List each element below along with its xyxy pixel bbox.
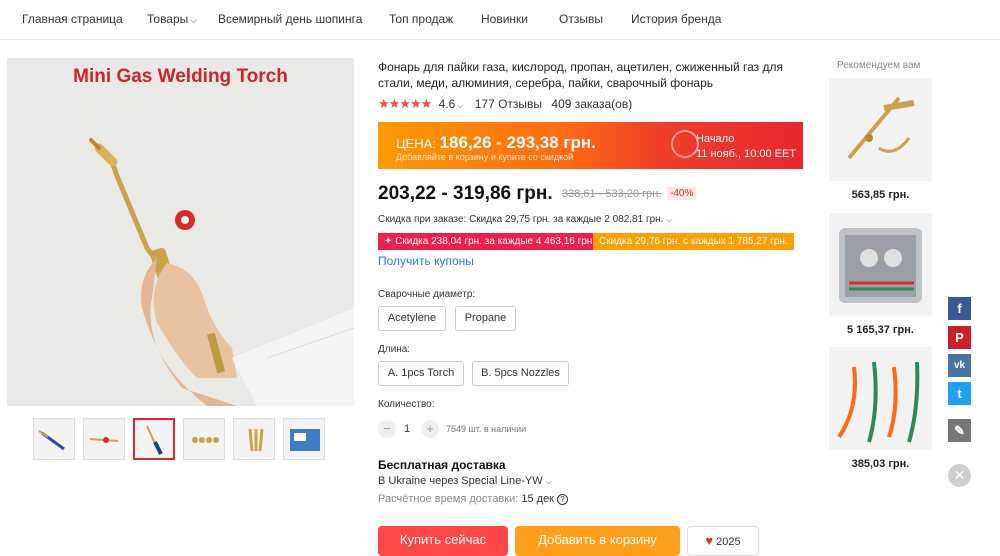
order-discount[interactable]: Скидка при заказе: Скидка 29,75 грн. за … bbox=[378, 214, 673, 225]
current-price: 203,22 - 319,86 грн. bbox=[378, 183, 553, 204]
recommend-title: Рекомендуем вам bbox=[837, 60, 921, 71]
recommend-item-image-1[interactable] bbox=[829, 78, 932, 181]
orders-count: 409 заказа(ов) bbox=[551, 97, 633, 111]
nav-brand-story[interactable]: История бренда bbox=[631, 12, 721, 26]
banner-price-value: 186,26 - 293,38 грн. bbox=[439, 133, 596, 152]
product-title: Фонарь для пайки газа, кислород, пропан,… bbox=[378, 60, 784, 90]
sale-start-label: Начало bbox=[696, 133, 735, 145]
quantity-value[interactable]: 1 bbox=[404, 423, 410, 435]
quantity-decrease-button[interactable]: − bbox=[378, 420, 396, 438]
chevron-down-icon: ⌵ bbox=[545, 477, 552, 486]
rating-value[interactable]: 4.6 bbox=[439, 97, 456, 111]
torch-in-hand-photo bbox=[89, 138, 354, 406]
star-rating-icon: ★★★★★ bbox=[378, 96, 432, 111]
option-5pcs-nozzles[interactable]: B. 5pcs Nozzles bbox=[472, 361, 569, 386]
thumbnail-4[interactable] bbox=[183, 418, 225, 460]
nav-home[interactable]: Главная страница bbox=[22, 12, 123, 26]
facebook-icon[interactable]: f bbox=[948, 297, 971, 320]
delivery-estimate: Расчётное время доставки: 15 дек? bbox=[378, 493, 568, 505]
pinterest-icon[interactable]: P bbox=[948, 326, 971, 349]
banner-price-label: ЦЕНА: bbox=[396, 136, 440, 151]
recommend-item-image-2[interactable] bbox=[829, 213, 932, 316]
sale-price-banner: ЦЕНА: 186,26 - 293,38 грн. Добавляйте в … bbox=[378, 122, 803, 169]
length-label: Длина: bbox=[378, 344, 411, 355]
nav-products-label: Товары bbox=[147, 12, 189, 26]
shipping-destination-text: В Ukraine через Special Line-YW bbox=[378, 475, 543, 487]
option-acetylene[interactable]: Acetylene bbox=[378, 306, 446, 331]
option-1pcs-torch[interactable]: A. 1pcs Torch bbox=[378, 361, 464, 386]
stock-count: 7549 шт. в наличии bbox=[446, 424, 527, 434]
chevron-down-icon: ⌵ bbox=[666, 215, 673, 224]
nav-new-arrivals[interactable]: Новинки bbox=[481, 12, 528, 26]
shipping-title: Бесплатная доставка bbox=[378, 458, 506, 472]
clock-icon bbox=[671, 130, 699, 158]
recommend-price-2: 5 165,37 грн. bbox=[847, 324, 914, 336]
recommend-price-1: 563,85 грн. bbox=[851, 189, 910, 201]
chevron-down-icon: ⌵ bbox=[457, 101, 464, 110]
thumbnail-5[interactable] bbox=[233, 418, 275, 460]
close-icon[interactable]: ✕ bbox=[948, 464, 971, 487]
main-product-image[interactable]: Mini Gas Welding Torch bbox=[7, 58, 354, 406]
coupon-store-discount[interactable]: ✦ Скидка 238,04 грн. за каждые 4 463,16 … bbox=[378, 233, 602, 250]
edit-icon[interactable]: ✎ bbox=[948, 419, 971, 442]
reviews-count[interactable]: 177 Отзывы bbox=[475, 97, 542, 111]
banner-price: ЦЕНА: 186,26 - 293,38 грн. bbox=[396, 133, 596, 153]
thumbnail-3[interactable] bbox=[133, 418, 175, 460]
nav-products[interactable]: Товары ⌵ bbox=[147, 12, 197, 26]
twitter-icon[interactable]: t bbox=[948, 382, 971, 405]
thumbnail-2[interactable] bbox=[83, 418, 125, 460]
recommend-item-image-3[interactable] bbox=[829, 347, 932, 450]
wishlist-count: 2025 bbox=[716, 536, 741, 548]
help-icon[interactable]: ? bbox=[557, 494, 568, 505]
chevron-down-icon: ⌵ bbox=[190, 15, 198, 25]
get-coupons-link[interactable]: Получить купоны bbox=[378, 254, 474, 268]
discount-badge: -40% bbox=[667, 187, 697, 200]
nav-reviews[interactable]: Отзывы bbox=[559, 12, 603, 26]
banner-subtitle: Добавляйте в корзину и купите со скидкой bbox=[396, 152, 574, 162]
quantity-increase-button[interactable]: + bbox=[421, 420, 439, 438]
order-discount-text: Скидка при заказе: Скидка 29,75 грн. за … bbox=[378, 214, 664, 225]
rating-row: ★★★★★ 4.6 ⌵ 177 Отзывы 409 заказа(ов) bbox=[378, 96, 632, 112]
diameter-label: Сварочные диаметр: bbox=[378, 289, 476, 300]
sale-start-date: 11 нояб., 10:00 EET bbox=[696, 148, 797, 160]
thumbnail-1[interactable] bbox=[33, 418, 75, 460]
buy-now-button[interactable]: Купить сейчас bbox=[378, 526, 508, 556]
quantity-label: Количество: bbox=[378, 399, 435, 410]
coupon-select-discount[interactable]: Скидка 29,76 грн. с каждых 1 785,27 грн. bbox=[593, 233, 794, 250]
nav-top-sales[interactable]: Топ продаж bbox=[389, 12, 453, 26]
wishlist-button[interactable]: ♥ 2025 bbox=[687, 526, 759, 556]
top-navigation: Главная страница Товары ⌵ Всемирный день … bbox=[0, 0, 1000, 40]
original-price: 338,61 - 533,20 грн. bbox=[562, 188, 662, 200]
delivery-estimate-value: 15 дек bbox=[521, 493, 554, 505]
delivery-estimate-label: Расчётное время доставки: bbox=[378, 493, 522, 505]
heart-icon: ♥ bbox=[705, 533, 714, 548]
option-propane[interactable]: Propane bbox=[455, 306, 516, 331]
sale-start: Начало 11 нояб., 10:00 EET bbox=[696, 132, 796, 162]
add-to-cart-button[interactable]: Добавить в корзину bbox=[515, 526, 680, 556]
shipping-destination[interactable]: В Ukraine через Special Line-YW ⌵ bbox=[378, 475, 552, 487]
recommend-price-3: 385,03 грн. bbox=[851, 458, 910, 470]
vk-icon[interactable]: vk bbox=[948, 354, 971, 377]
nav-world-shopping-day[interactable]: Всемирный день шопинга bbox=[218, 12, 362, 26]
thumbnail-6[interactable] bbox=[283, 418, 325, 460]
